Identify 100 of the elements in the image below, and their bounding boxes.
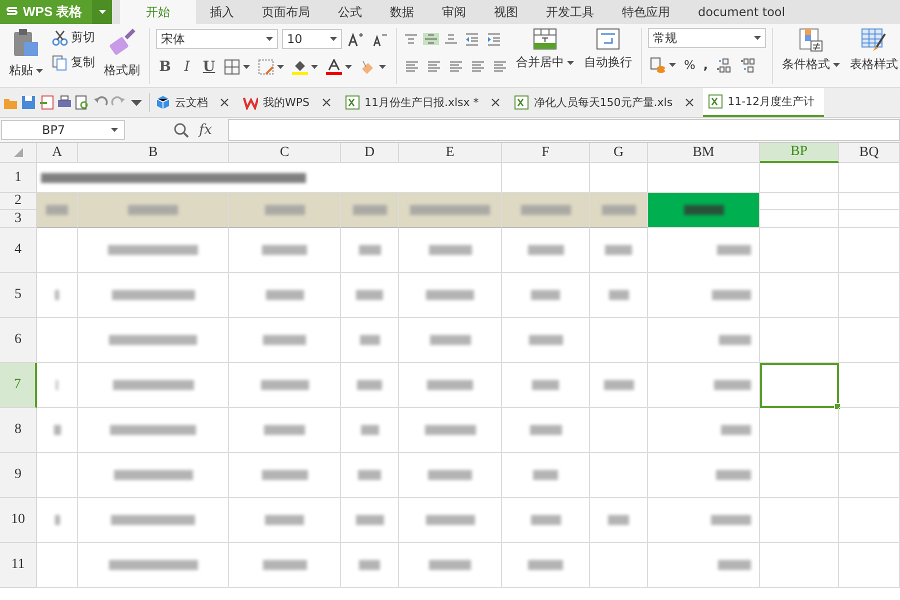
comma-button[interactable]: , (701, 57, 710, 73)
italic-button[interactable]: I (178, 58, 196, 76)
column-header[interactable]: B (78, 143, 229, 163)
menu-tab[interactable]: 页面布局 (248, 0, 324, 24)
grid-cell[interactable] (590, 318, 648, 363)
row-header[interactable]: 5 (0, 273, 37, 318)
underline-button[interactable]: U (200, 58, 218, 76)
menu-tab[interactable]: document tool (684, 0, 800, 24)
row-header[interactable]: 9 (0, 453, 37, 498)
close-icon[interactable] (684, 98, 694, 107)
column-header[interactable]: F (502, 143, 590, 163)
grid-cell[interactable] (839, 193, 900, 210)
grid-cell[interactable] (590, 453, 648, 498)
column-header[interactable]: D (341, 143, 399, 163)
grid-cell[interactable] (760, 193, 839, 210)
row-header[interactable]: 2 (0, 193, 37, 210)
row-header[interactable]: 3 (0, 210, 37, 228)
document-tab[interactable]: 11月份生产日报.xlsx * (340, 88, 509, 117)
menu-tab[interactable]: 特色应用 (608, 0, 684, 24)
grid-cell[interactable] (839, 453, 900, 498)
grid-cell[interactable] (760, 498, 839, 543)
align-bottom-button[interactable] (443, 33, 459, 45)
column-header[interactable]: C (229, 143, 341, 163)
caret-icon[interactable] (243, 65, 250, 69)
caret-icon[interactable] (833, 62, 840, 66)
merge-center-button[interactable]: 合并居中 (513, 28, 577, 71)
caret-icon[interactable] (36, 68, 43, 72)
caret-icon[interactable] (266, 37, 273, 41)
wrap-text-button[interactable]: 自动换行 (581, 28, 635, 71)
menu-tab[interactable]: 视图 (480, 0, 532, 24)
formula-input[interactable] (228, 119, 900, 141)
currency-button[interactable] (648, 56, 678, 74)
grid-cell[interactable] (839, 408, 900, 453)
grid-cell[interactable] (839, 363, 900, 408)
align-top-button[interactable] (403, 33, 419, 45)
fill-handle[interactable] (834, 403, 841, 410)
grid-cell[interactable] (760, 163, 839, 193)
grid-cell[interactable] (760, 318, 839, 363)
paste-button[interactable]: 粘贴 (6, 28, 46, 79)
grid-cell[interactable] (839, 273, 900, 318)
fill-color-button[interactable] (290, 58, 320, 76)
grid-cell[interactable] (839, 498, 900, 543)
table-style-button[interactable]: 表格样式 (847, 28, 900, 73)
grid-cell[interactable] (760, 543, 839, 588)
caret-icon[interactable] (567, 60, 574, 64)
grid-cell[interactable] (839, 210, 900, 228)
document-tab[interactable]: 我的WPS (238, 88, 340, 117)
copy-button[interactable]: 复制 (50, 53, 97, 72)
menu-tab[interactable]: 开发工具 (532, 0, 608, 24)
export-pdf-button[interactable] (39, 95, 54, 110)
cut-button[interactable]: 剪切 (50, 28, 97, 47)
print-button[interactable] (57, 95, 72, 110)
document-tab[interactable]: 11-12月度生产计 (702, 88, 824, 117)
grid-cell[interactable] (839, 163, 900, 193)
caret-icon[interactable] (669, 63, 676, 67)
grid-cell[interactable] (760, 453, 839, 498)
caret-icon[interactable] (379, 65, 386, 69)
borders-button[interactable] (222, 58, 252, 76)
caret-icon[interactable] (311, 65, 318, 69)
fx-button[interactable]: fx (199, 122, 212, 138)
column-header[interactable]: BQ (839, 143, 900, 163)
document-tab[interactable]: 云文档 (150, 88, 238, 117)
grid-cell[interactable] (590, 543, 648, 588)
column-header[interactable]: BM (648, 143, 760, 163)
cell-border-button[interactable] (256, 58, 286, 76)
close-icon[interactable] (220, 98, 229, 107)
column-header[interactable]: G (590, 143, 648, 163)
outdent-button[interactable] (463, 31, 481, 47)
menu-tab[interactable]: 审阅 (428, 0, 480, 24)
row-header[interactable]: 1 (0, 163, 37, 193)
row-header[interactable]: 10 (0, 498, 37, 543)
zoom-search-icon[interactable] (173, 122, 189, 138)
conditional-format-button[interactable]: 条件格式 (779, 28, 843, 73)
selected-cell[interactable] (760, 363, 839, 408)
align-middle-button[interactable] (423, 33, 439, 45)
caret-icon[interactable] (111, 128, 118, 132)
grid-cell[interactable] (760, 273, 839, 318)
grid-cell[interactable] (839, 228, 900, 273)
caret-icon[interactable] (277, 65, 284, 69)
menu-tab[interactable]: 数据 (376, 0, 428, 24)
font-size-field[interactable]: 10 (282, 29, 342, 49)
caret-icon[interactable] (345, 65, 352, 69)
caret-icon[interactable] (330, 37, 337, 41)
caret-icon[interactable] (754, 36, 761, 40)
grow-font-button[interactable] (346, 30, 366, 48)
grid-cell[interactable] (760, 228, 839, 273)
grid-cell[interactable] (839, 318, 900, 363)
format-painter-button[interactable]: 格式刷 (101, 28, 143, 79)
document-tab[interactable]: 净化人员每天150元产量.xls (508, 88, 703, 117)
close-icon[interactable] (322, 98, 330, 107)
font-color-button[interactable] (324, 58, 354, 76)
row-header[interactable]: 4 (0, 228, 37, 273)
grid-cell[interactable] (839, 543, 900, 588)
print-preview-button[interactable] (75, 95, 90, 110)
row-header[interactable]: 8 (0, 408, 37, 453)
indent-button[interactable] (485, 31, 503, 47)
menu-tab[interactable]: 开始 (120, 0, 196, 24)
save-button[interactable] (21, 95, 36, 110)
menu-tab[interactable]: 插入 (196, 0, 248, 24)
font-name-field[interactable]: 宋体 (156, 29, 278, 49)
